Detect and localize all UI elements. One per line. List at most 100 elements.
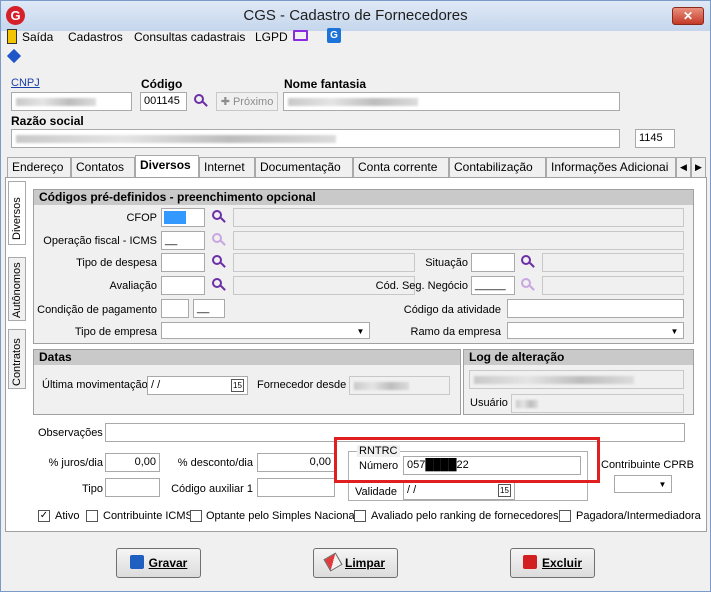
cod-atividade-field[interactable]	[507, 299, 684, 318]
ultima-movimentacao-value: / /	[151, 379, 161, 391]
cfop-label: CFOP	[126, 212, 157, 224]
nome-fantasia-field[interactable]	[283, 92, 620, 111]
search-tipo-despesa-icon[interactable]	[212, 255, 226, 269]
operacao-field[interactable]: __	[161, 231, 205, 250]
nome-fantasia-label: Nome fantasia	[284, 77, 367, 91]
avaliado-ranking-label: Avaliado pelo ranking de fornecedores	[371, 510, 559, 522]
menu-consultas-cadastrais[interactable]: Consultas cadastrais	[134, 29, 245, 45]
juros-field[interactable]: 0,00	[105, 453, 160, 472]
pagadora-checkbox[interactable]	[559, 510, 571, 522]
chevron-down-icon: ▼	[670, 327, 679, 336]
side-tab-contratos[interactable]: Contratos	[8, 329, 26, 389]
log-title: Log de alteração	[464, 350, 693, 365]
condicao-field[interactable]	[161, 299, 189, 318]
rntrc-validade-field[interactable]: / / 15	[403, 481, 515, 500]
ativo-label: Ativo	[55, 510, 80, 522]
search-codigo-icon[interactable]	[194, 94, 208, 108]
menu-saida[interactable]: Saída	[22, 29, 53, 45]
tab-conta-corrente[interactable]: Conta corrente	[353, 157, 449, 177]
chevron-down-icon: ▼	[356, 327, 365, 336]
app-g-icon[interactable]: G	[327, 28, 341, 43]
cod-aux-field[interactable]	[257, 478, 335, 497]
tab-endereco[interactable]: Endereço	[7, 157, 71, 177]
plus-icon: ✚	[220, 96, 233, 108]
cod-seg-field[interactable]: _____	[471, 276, 515, 295]
cnpj-field[interactable]	[11, 92, 132, 111]
avaliacao-label: Avaliação	[109, 280, 158, 292]
optante-simples-checkbox[interactable]	[190, 510, 202, 522]
proximo-button[interactable]: ✚ Próximo	[216, 92, 278, 111]
razao-social-field[interactable]	[11, 129, 620, 148]
situacao-field[interactable]	[471, 253, 515, 272]
codigo-field[interactable]: 001145	[140, 92, 187, 111]
avaliacao-field[interactable]	[161, 276, 205, 295]
limpar-button[interactable]: Limpar	[313, 548, 398, 578]
operacao-label: Operação fiscal - ICMS	[43, 235, 157, 247]
ativo-checkbox[interactable]: ✓	[38, 510, 50, 522]
tipo-field[interactable]	[105, 478, 160, 497]
codigo-label: Código	[141, 77, 183, 91]
usuario-label: Usuário	[470, 397, 508, 409]
highlight-box	[334, 437, 600, 483]
diamond-nav-icon[interactable]	[6, 48, 22, 64]
calendar-icon[interactable]: 15	[498, 484, 511, 497]
side-tab-diversos-label: Diversos	[11, 197, 23, 240]
tipo-despesa-desc-field	[233, 253, 415, 272]
tab-scroll-left-icon[interactable]: ◀	[676, 157, 691, 177]
desconto-field[interactable]: 0,00	[257, 453, 335, 472]
search-cfop-icon[interactable]	[212, 210, 226, 224]
side-tab-diversos[interactable]: Diversos	[8, 181, 26, 245]
tab-contatos[interactable]: Contatos	[71, 157, 135, 177]
cnpj-label[interactable]: CNPJ	[11, 77, 40, 89]
pagadora-label: Pagadora/Intermediadora	[576, 510, 701, 522]
menu-cadastros[interactable]: Cadastros	[68, 29, 123, 45]
close-button[interactable]: ✕	[672, 7, 704, 25]
tab-scroll-right-icon[interactable]: ▶	[691, 157, 706, 177]
excluir-button[interactable]: Excluir	[510, 548, 595, 578]
ultima-movimentacao-field[interactable]: / / 15	[147, 376, 248, 395]
tipo-empresa-select[interactable]: ▼	[161, 322, 370, 339]
monitor-icon[interactable]	[293, 30, 308, 41]
fornecedor-desde-field	[349, 376, 450, 395]
tab-internet[interactable]: Internet	[199, 157, 255, 177]
optante-simples-label: Optante pelo Simples Nacional	[206, 510, 358, 522]
menu-lgpd[interactable]: LGPD	[255, 29, 288, 45]
limpar-label: Limpar	[344, 556, 385, 570]
ramo-select[interactable]: ▼	[507, 322, 684, 339]
tab-informacoes-adicionais[interactable]: Informações Adicionai	[546, 157, 676, 177]
fornecedor-desde-label: Fornecedor desde	[257, 379, 347, 391]
condicao-label: Condição de pagamento	[37, 304, 157, 316]
search-operacao-icon[interactable]	[212, 233, 226, 247]
tab-contabilizacao[interactable]: Contabilização	[449, 157, 546, 177]
save-icon	[129, 555, 144, 569]
ultima-movimentacao-label: Última movimentação	[42, 379, 148, 391]
gravar-button[interactable]: Gravar	[116, 548, 201, 578]
proximo-label: Próximo	[232, 96, 274, 108]
desconto-label: % desconto/dia	[177, 457, 253, 469]
side-tab-autonomos[interactable]: Autônomos	[8, 257, 26, 321]
search-avaliacao-icon[interactable]	[212, 278, 226, 292]
cfop-field[interactable]	[161, 208, 205, 227]
razao-social-label: Razão social	[11, 114, 84, 128]
main-window: G CGS - Cadastro de Fornecedores ✕ Saída…	[0, 0, 711, 592]
contribuinte-cprb-label: Contribuinte CPRB	[601, 459, 694, 471]
tab-diversos[interactable]: Diversos	[135, 155, 199, 177]
cod-aux-label: Código auxiliar 1	[171, 483, 253, 495]
search-cod-seg-icon[interactable]	[521, 278, 535, 292]
contribuinte-icms-checkbox[interactable]	[86, 510, 98, 522]
cfop-desc-field	[233, 208, 684, 227]
observacoes-label: Observações	[38, 427, 103, 439]
condicao-code-field[interactable]: __	[193, 299, 225, 318]
rntrc-validade-label: Validade	[355, 486, 397, 498]
ramo-label: Ramo da empresa	[410, 326, 502, 338]
situacao-label: Situação	[425, 257, 468, 269]
tipo-despesa-label: Tipo de despesa	[76, 257, 157, 269]
contribuinte-cprb-select[interactable]: ▼	[614, 475, 672, 493]
side-tab-autonomos-label: Autônomos	[11, 262, 23, 318]
calendar-icon[interactable]: 15	[231, 379, 244, 392]
search-situacao-icon[interactable]	[521, 255, 535, 269]
avaliado-ranking-checkbox[interactable]	[354, 510, 366, 522]
tipo-despesa-field[interactable]	[161, 253, 205, 272]
tab-documentacao[interactable]: Documentação	[255, 157, 353, 177]
razao-code-field: 1145	[635, 129, 675, 148]
